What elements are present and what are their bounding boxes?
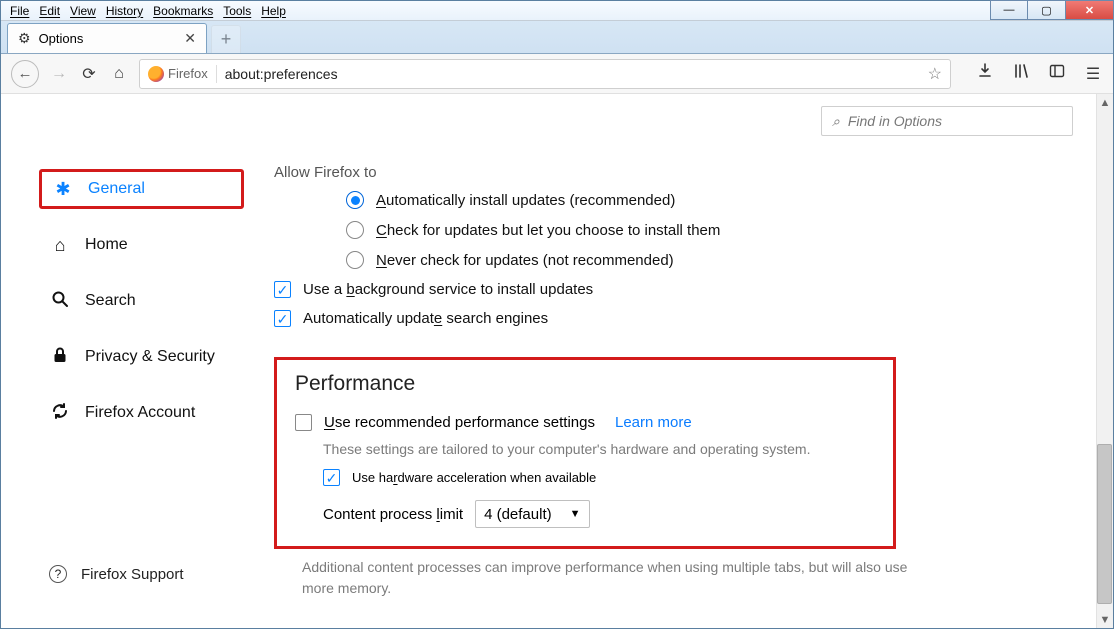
content-process-select[interactable]: 4 (default) ▼ bbox=[475, 500, 589, 528]
site-identity-label: Firefox bbox=[168, 66, 208, 81]
sidebar-toggle-icon[interactable] bbox=[1047, 63, 1067, 84]
tab-strip: ⚙ Options ✕ + bbox=[1, 21, 1113, 54]
performance-heading: Performance bbox=[295, 372, 875, 396]
reload-button[interactable]: ⟳ bbox=[79, 64, 99, 84]
sidebar-item-home[interactable]: ⌂ Home bbox=[39, 225, 244, 265]
check-label: Use hardware acceleration when available bbox=[352, 470, 596, 485]
sidebar-item-label: Privacy & Security bbox=[85, 348, 215, 366]
hamburger-menu-icon[interactable]: ☰ bbox=[1083, 64, 1103, 84]
performance-section: Performance Use recommended performance … bbox=[274, 357, 896, 549]
firefox-logo-icon bbox=[148, 66, 164, 82]
radio-label: Check for updates but let you choose to … bbox=[376, 222, 720, 239]
address-bar[interactable]: Firefox about:preferences ☆ bbox=[139, 59, 951, 89]
radio-indicator bbox=[346, 251, 364, 269]
performance-footer: Additional content processes can improve… bbox=[302, 557, 942, 599]
new-tab-button[interactable]: + bbox=[211, 25, 241, 53]
sidebar-item-account[interactable]: Firefox Account bbox=[39, 393, 244, 433]
chevron-down-icon: ▼ bbox=[570, 508, 581, 520]
gear-icon: ⚙ bbox=[18, 30, 31, 47]
scroll-thumb[interactable] bbox=[1097, 444, 1112, 604]
preferences-sidebar: ✱ General ⌂ Home Search Privacy & Securi… bbox=[1, 94, 244, 628]
radio-check-choose[interactable]: Check for updates but let you choose to … bbox=[346, 221, 1073, 239]
select-value: 4 (default) bbox=[484, 506, 552, 523]
back-button[interactable]: ← bbox=[11, 60, 39, 88]
sidebar-item-general[interactable]: ✱ General bbox=[39, 169, 244, 209]
firefox-support-link[interactable]: ? Firefox Support bbox=[49, 565, 184, 583]
content-process-label: Content process limit bbox=[323, 506, 463, 523]
address-divider bbox=[216, 65, 217, 83]
firefox-support-label: Firefox Support bbox=[81, 566, 184, 583]
find-placeholder: Find in Options bbox=[848, 113, 942, 129]
sidebar-item-search[interactable]: Search bbox=[39, 281, 244, 321]
site-identity[interactable]: Firefox bbox=[148, 66, 208, 82]
menu-tools[interactable]: Tools bbox=[218, 3, 256, 19]
menu-edit[interactable]: Edit bbox=[34, 3, 65, 19]
check-use-recommended[interactable]: Use recommended performance settings bbox=[295, 414, 595, 431]
library-icon[interactable] bbox=[1011, 63, 1031, 84]
sidebar-item-privacy[interactable]: Privacy & Security bbox=[39, 337, 244, 377]
checkbox-indicator bbox=[323, 469, 340, 486]
search-icon: ⌕ bbox=[832, 113, 840, 130]
performance-subtext: These settings are tailored to your comp… bbox=[323, 441, 875, 457]
radio-label: Automatically install updates (recommend… bbox=[376, 192, 675, 209]
forward-button[interactable]: → bbox=[49, 65, 69, 83]
menu-history[interactable]: History bbox=[101, 3, 148, 19]
navigation-toolbar: ← → ⟳ ⌂ Firefox about:preferences ☆ ☰ bbox=[1, 54, 1113, 94]
check-label: Use a background service to install upda… bbox=[303, 281, 593, 298]
check-background-service[interactable]: Use a background service to install upda… bbox=[274, 281, 1073, 298]
sidebar-item-label: Search bbox=[85, 292, 136, 310]
radio-indicator bbox=[346, 221, 364, 239]
sidebar-item-label: General bbox=[88, 180, 145, 198]
checkbox-indicator bbox=[295, 414, 312, 431]
radio-auto-install[interactable]: Automatically install updates (recommend… bbox=[346, 191, 1073, 209]
window-maximize-button[interactable]: ▢ bbox=[1028, 0, 1066, 20]
home-icon: ⌂ bbox=[49, 235, 71, 256]
radio-indicator bbox=[346, 191, 364, 209]
vertical-scrollbar[interactable]: ▲ ▼ bbox=[1096, 94, 1113, 628]
learn-more-link[interactable]: Learn more bbox=[615, 414, 692, 431]
window-close-button[interactable]: ✕ bbox=[1066, 0, 1114, 20]
checkbox-indicator bbox=[274, 310, 291, 327]
radio-label: Never check for updates (not recommended… bbox=[376, 252, 674, 269]
checkbox-indicator bbox=[274, 281, 291, 298]
radio-never-check[interactable]: Never check for updates (not recommended… bbox=[346, 251, 1073, 269]
address-url[interactable]: about:preferences bbox=[225, 66, 920, 82]
scroll-down-arrow[interactable]: ▼ bbox=[1097, 611, 1113, 628]
tab-options[interactable]: ⚙ Options ✕ bbox=[7, 23, 207, 53]
preferences-main: ⌕ Find in Options Allow Firefox to Autom… bbox=[244, 94, 1113, 628]
sync-icon bbox=[49, 401, 71, 426]
help-icon: ? bbox=[49, 565, 67, 583]
check-label: Automatically update search engines bbox=[303, 310, 548, 327]
scroll-up-arrow[interactable]: ▲ bbox=[1097, 94, 1113, 111]
sidebar-item-label: Home bbox=[85, 236, 128, 254]
bookmark-star-icon[interactable]: ☆ bbox=[928, 64, 942, 84]
menu-bookmarks[interactable]: Bookmarks bbox=[148, 3, 218, 19]
home-button[interactable]: ⌂ bbox=[109, 65, 129, 83]
find-in-options-input[interactable]: ⌕ Find in Options bbox=[821, 106, 1073, 136]
menu-file[interactable]: File bbox=[5, 3, 34, 19]
search-icon bbox=[49, 290, 71, 313]
menu-help[interactable]: Help bbox=[256, 3, 291, 19]
updates-heading-clipped: Allow Firefox to bbox=[274, 164, 1073, 181]
tab-close-icon[interactable]: ✕ bbox=[184, 30, 196, 47]
menu-view[interactable]: View bbox=[65, 3, 101, 19]
check-auto-update-search[interactable]: Automatically update search engines bbox=[274, 310, 1073, 327]
menu-bar: File Edit View History Bookmarks Tools H… bbox=[1, 1, 1113, 21]
window-minimize-button[interactable]: — bbox=[990, 0, 1028, 20]
tab-title: Options bbox=[39, 31, 177, 46]
gear-icon: ✱ bbox=[52, 179, 74, 200]
sidebar-item-label: Firefox Account bbox=[85, 404, 195, 422]
lock-icon bbox=[49, 346, 71, 369]
downloads-icon[interactable] bbox=[975, 63, 995, 84]
check-hardware-accel[interactable]: Use hardware acceleration when available bbox=[323, 469, 875, 486]
check-label: Use recommended performance settings bbox=[324, 414, 595, 431]
